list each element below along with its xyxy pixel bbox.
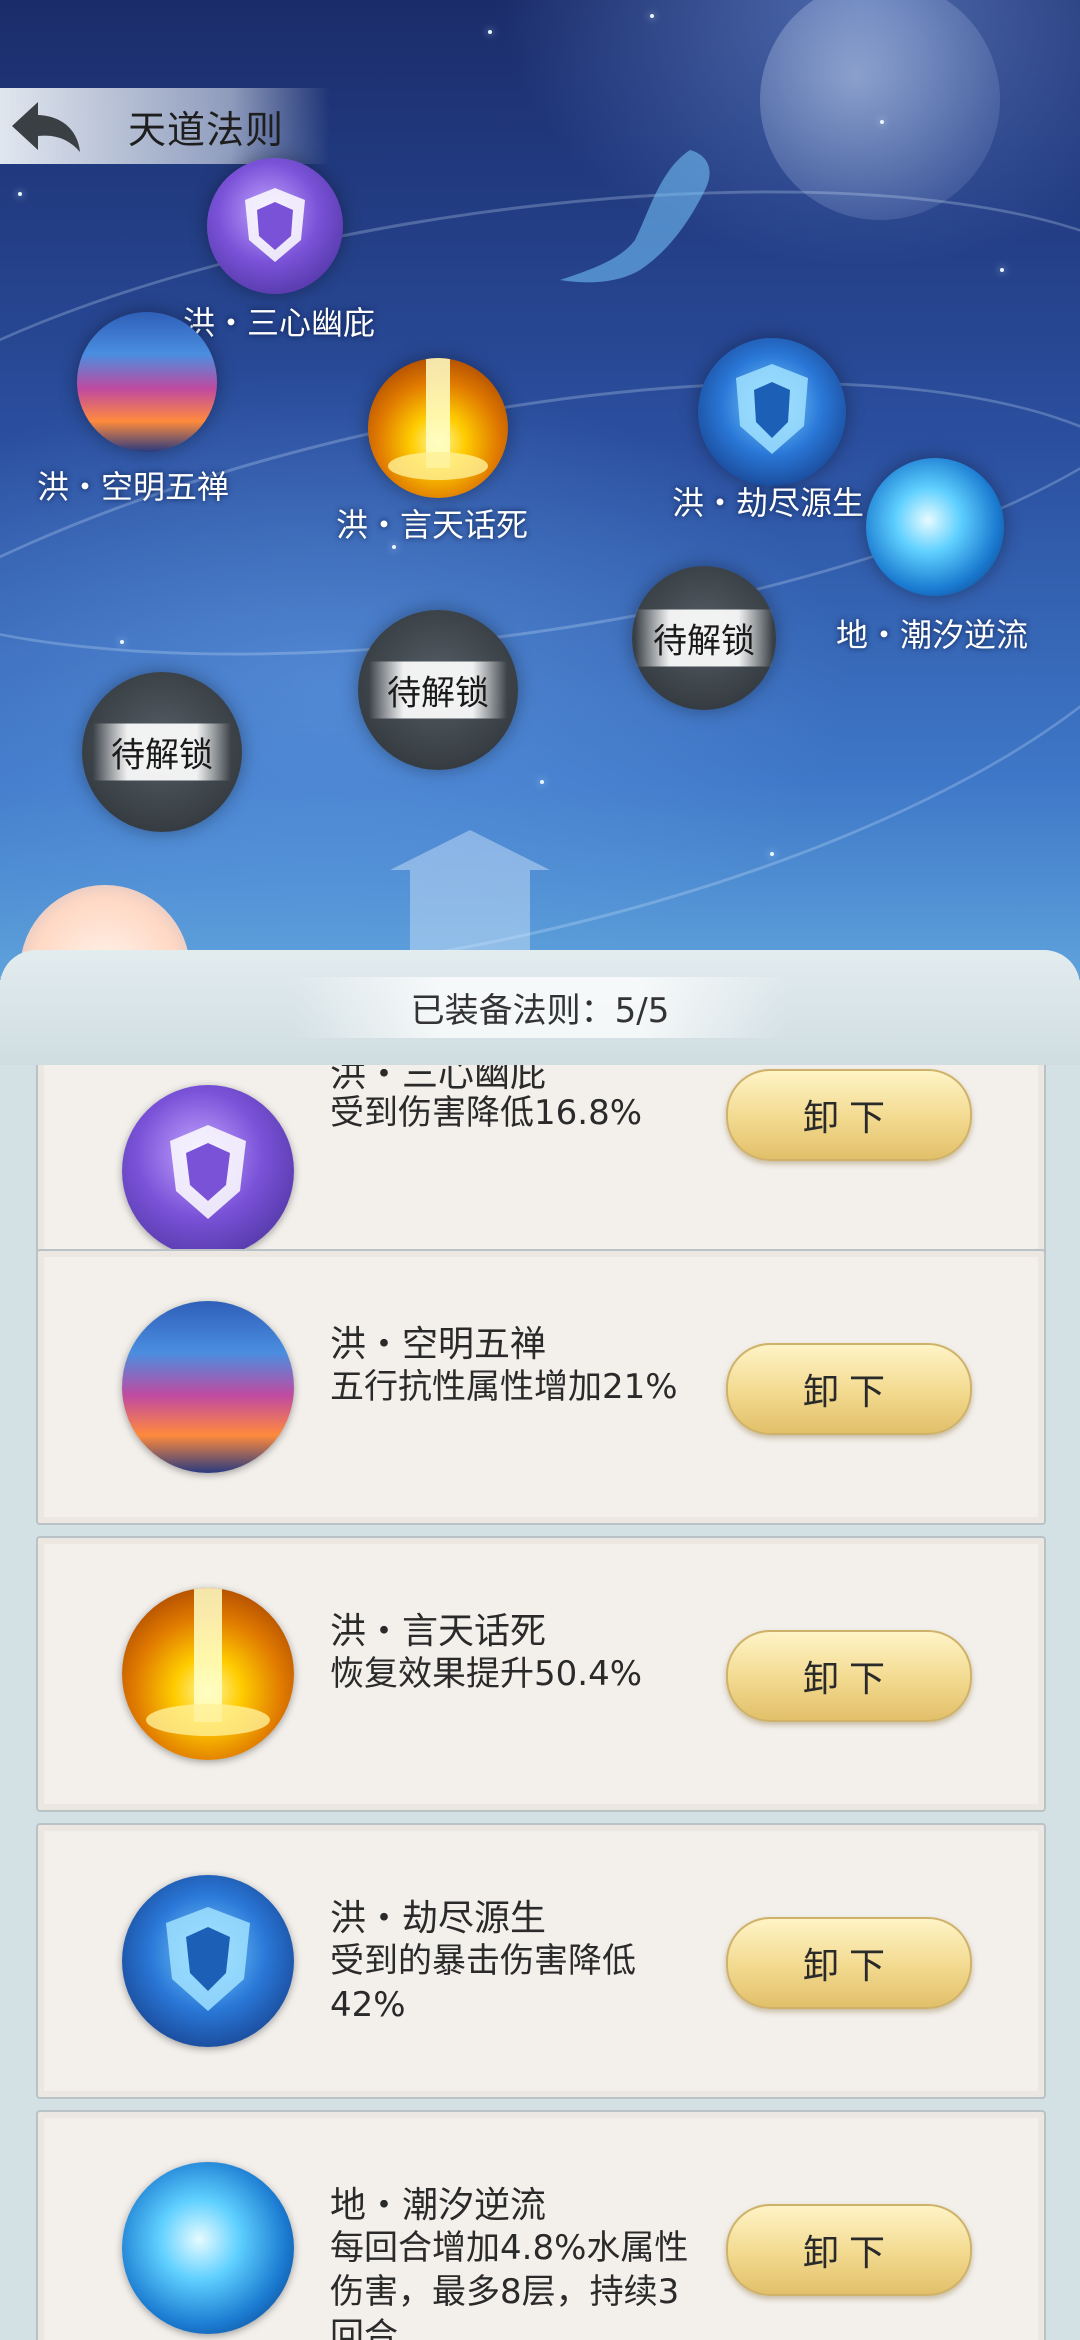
star [770,852,774,856]
law-node-chaoxi[interactable]: 地・潮汐逆流 [836,458,1028,654]
law-node-label: 洪・言天话死 [336,506,529,544]
back-arrow-icon [12,102,80,152]
law-description: 恢复效果提升50.4% [330,1654,643,1694]
law-name: 洪・空明五禅 [330,1324,547,1365]
star [1000,268,1004,272]
law-node-label: 洪・劫尽源生 [672,484,865,522]
law-card: 洪・劫尽源生 受到的暴击伤害降低42% 卸下 [36,1823,1046,2099]
unload-button[interactable]: 卸下 [726,2204,972,2296]
law-description: 五行抗性属性增加21% [330,1367,678,1407]
law-node-kongming[interactable]: 洪・空明五禅 [37,312,229,506]
law-name: 地・潮汐逆流 [330,2185,547,2226]
star [540,780,544,784]
locked-node[interactable]: 待解锁 [82,672,242,832]
law-node-yantian[interactable]: 洪・言天话死 [336,358,528,544]
equipped-law-list[interactable]: 洪・三心幽庇 受到伤害降低16.8% 卸下 洪・空明五禅 五行抗性属性增加21%… [0,1065,1080,2340]
back-button[interactable] [0,88,90,164]
locked-node[interactable]: 待解锁 [358,610,518,770]
star [120,640,124,644]
locked-slot: 待解锁 [632,566,776,710]
page-title: 天道法则 [128,107,285,152]
law-node-label: 地・潮汐逆流 [836,616,1029,654]
law-description: 受到伤害降低16.8% [330,1093,643,1133]
unload-button[interactable]: 卸下 [726,1630,972,1722]
golden-light-icon [122,1588,294,1760]
law-card: 地・潮汐逆流 每回合增加4.8%水属性伤害，最多8层，持续3回合 卸下 [36,2110,1046,2340]
law-name: 洪・劫尽源生 [330,1898,547,1939]
law-node-label: 洪・空明五禅 [37,468,230,506]
law-node-sanxin[interactable]: 洪・三心幽庇 [183,158,375,342]
shield-purple-icon [122,1085,294,1257]
whale-decoration [560,150,710,283]
golden-light-icon [368,358,508,498]
shield-purple-icon [207,158,343,294]
shield-blue-icon [698,338,846,486]
shield-blue-icon [122,1875,294,2047]
locked-slot: 待解锁 [82,672,242,832]
star [488,30,492,34]
water-wave-icon [122,2162,294,2334]
star [650,14,654,18]
law-description: 受到的暴击伤害降低42% [330,1941,636,2025]
unload-button[interactable]: 卸下 [726,1069,972,1161]
unload-button[interactable]: 卸下 [726,1917,972,2009]
locked-label: 待解锁 [93,723,231,781]
equipped-panel-header: 已装备法则：5/5 [0,950,1080,1065]
locked-node[interactable]: 待解锁 [632,566,776,710]
star [18,192,22,196]
law-node-jiejin[interactable]: 洪・劫尽源生 [672,338,864,522]
barrier-wall-icon [122,1301,294,1473]
top-bar: 天道法则 [0,88,330,164]
law-description: 每回合增加4.8%水属性伤害，最多8层，持续3回合 [330,2228,689,2340]
moon-decoration [760,0,1000,220]
equipped-count-label: 已装备法则：5/5 [290,977,790,1038]
locked-slot: 待解锁 [358,610,518,770]
law-name: 洪・言天话死 [330,1611,547,1652]
unload-button[interactable]: 卸下 [726,1343,972,1435]
barrier-wall-icon [77,312,217,452]
star [880,120,884,124]
locked-label: 待解锁 [635,609,773,667]
law-card: 洪・言天话死 恢复效果提升50.4% 卸下 [36,1536,1046,1812]
locked-label: 待解锁 [369,661,507,719]
water-wave-icon [866,458,1004,596]
law-card: 洪・空明五禅 五行抗性属性增加21% 卸下 [36,1249,1046,1525]
